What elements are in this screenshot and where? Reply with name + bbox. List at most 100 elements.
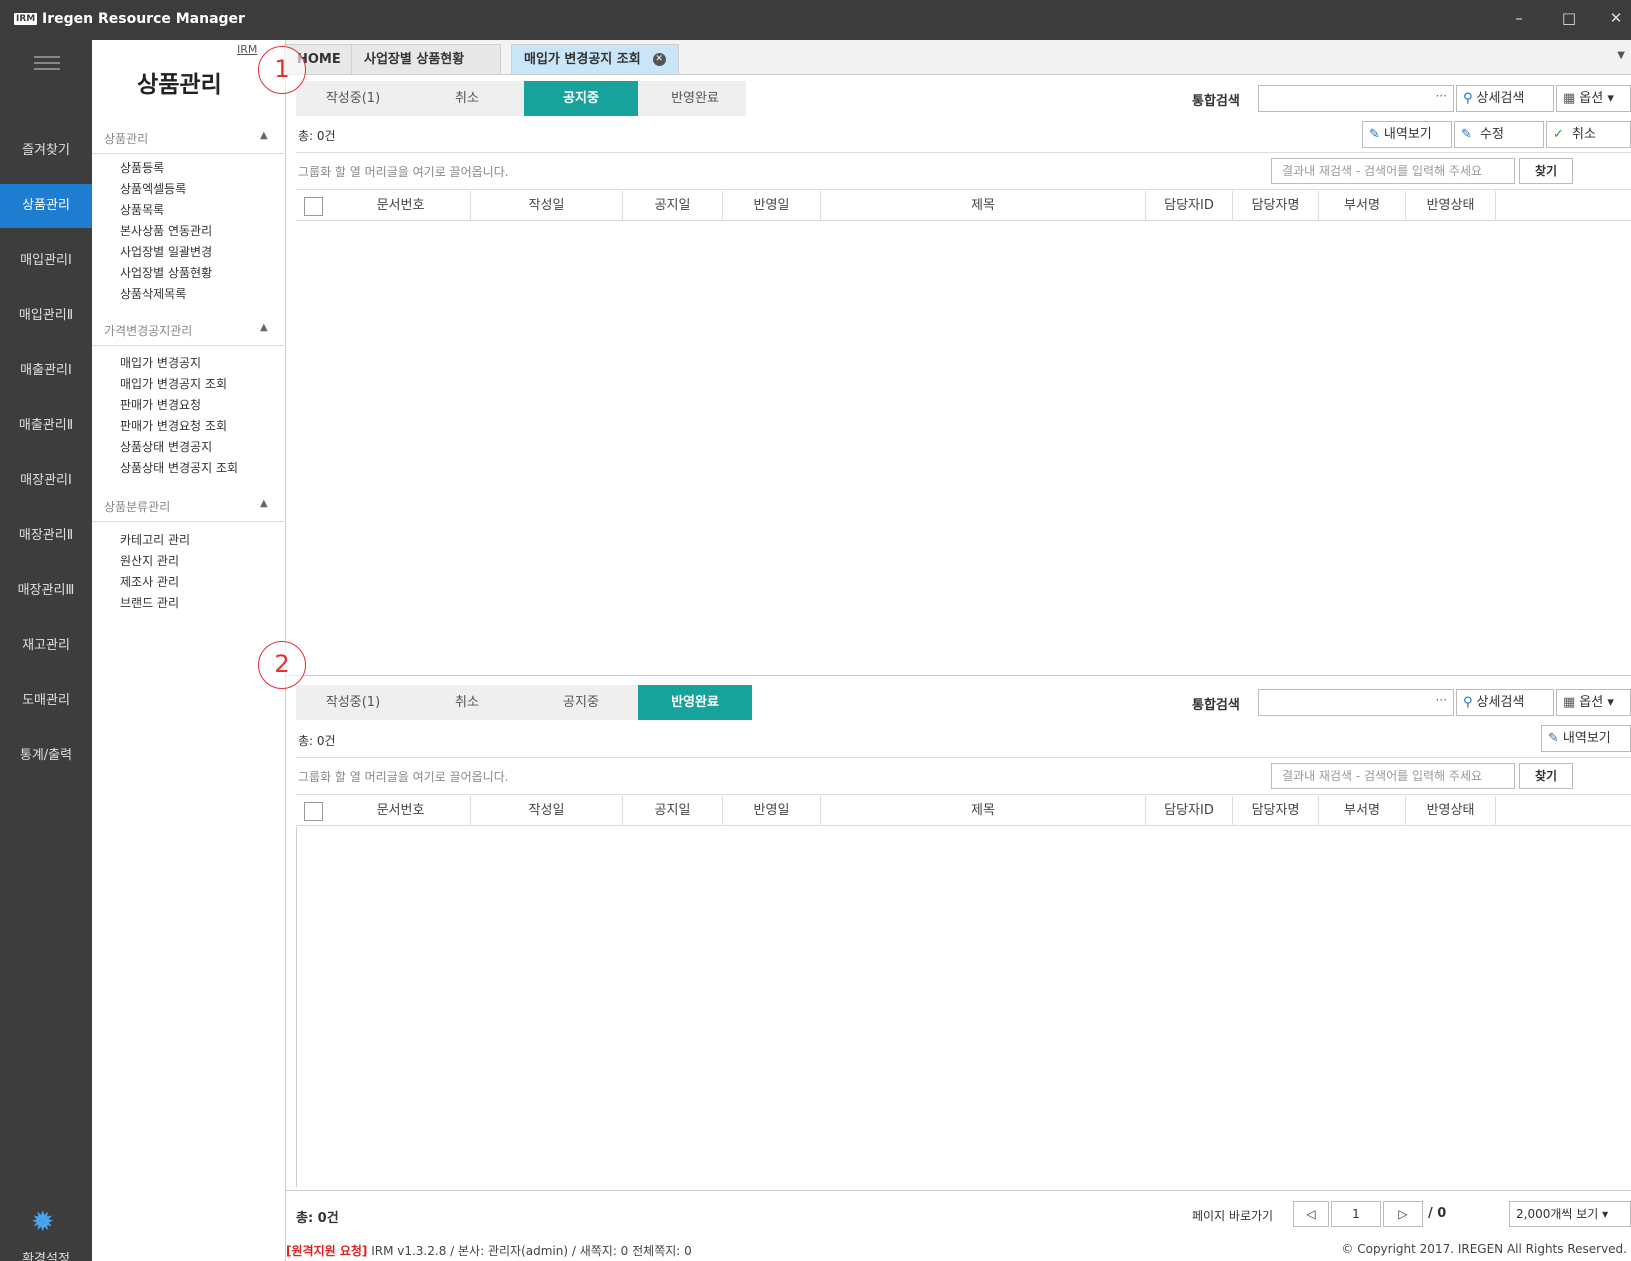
group-panel[interactable]: 그룹화 할 열 머리글을 여기로 끌어옵니다. 결과내 재검색 - 검색어를 입… bbox=[296, 152, 1631, 190]
column-header[interactable]: 문서번호 bbox=[331, 796, 471, 826]
close-tab-icon[interactable]: ✕ bbox=[652, 53, 666, 66]
detail-search-button[interactable]: ⚲ 상세검색 bbox=[1456, 85, 1554, 112]
tab-cancel[interactable]: 취소 bbox=[410, 685, 524, 720]
menu-link[interactable]: 사업장별 상품현황 bbox=[120, 263, 212, 284]
tab-applied[interactable]: 반영완료 bbox=[638, 685, 752, 720]
menu-link[interactable]: 매입가 변경공지 조회 bbox=[120, 374, 227, 395]
tab-applied[interactable]: 반영완료 bbox=[638, 81, 752, 116]
nav-item-store-2[interactable]: 매장관리Ⅱ bbox=[0, 514, 92, 558]
column-header[interactable]: 담당자명 bbox=[1233, 796, 1319, 826]
column-header[interactable]: 제목 bbox=[821, 796, 1146, 826]
nav-item-purchase-1[interactable]: 매입관리Ⅰ bbox=[0, 239, 92, 283]
column-header[interactable]: 공지일 bbox=[623, 191, 723, 221]
tab-purchase-price-notice[interactable]: 매입가 변경공지 조회 ✕ bbox=[511, 44, 679, 75]
search-input[interactable]: ··· bbox=[1258, 689, 1454, 716]
column-header[interactable]: 반영일 bbox=[723, 191, 821, 221]
prev-page-button[interactable]: ◁ bbox=[1293, 1201, 1329, 1227]
filter-input[interactable]: 결과내 재검색 - 검색어를 입력해 주세요 bbox=[1271, 158, 1515, 184]
column-header[interactable]: 부서명 bbox=[1319, 796, 1406, 826]
page-size-select[interactable]: 2,000개씩 보기 ▾ bbox=[1509, 1201, 1631, 1227]
menu-link[interactable]: 상품삭제목록 bbox=[120, 284, 186, 305]
menu-link[interactable]: 상품상태 변경공지 bbox=[120, 437, 212, 458]
nav-item-store-1[interactable]: 매장관리Ⅰ bbox=[0, 459, 92, 503]
menu-link[interactable]: 브랜드 관리 bbox=[120, 593, 179, 614]
detail-search-button[interactable]: ⚲ 상세검색 bbox=[1456, 689, 1554, 716]
next-page-button[interactable]: ▷ bbox=[1383, 1201, 1423, 1227]
tab-cancel[interactable]: 취소 bbox=[410, 81, 524, 116]
menu-link[interactable]: 카테고리 관리 bbox=[120, 530, 190, 551]
hamburger-menu-icon[interactable] bbox=[34, 56, 60, 70]
column-header[interactable]: 반영상태 bbox=[1406, 796, 1496, 826]
column-header[interactable]: 부서명 bbox=[1319, 191, 1406, 221]
close-button[interactable]: ✕ bbox=[1601, 9, 1631, 27]
gear-icon[interactable]: ✹ bbox=[31, 1205, 54, 1238]
filter-input[interactable]: 결과내 재검색 - 검색어를 입력해 주세요 bbox=[1271, 763, 1515, 789]
options-button[interactable]: ▦ 옵션 ▾ bbox=[1556, 85, 1631, 112]
column-header[interactable]: 공지일 bbox=[623, 796, 723, 826]
chevron-up-icon[interactable]: ▲ bbox=[260, 130, 268, 141]
column-header[interactable]: 담당자명 bbox=[1233, 191, 1319, 221]
column-header[interactable]: 작성일 bbox=[471, 191, 623, 221]
history-button[interactable]: ✎ 내역보기 bbox=[1541, 725, 1631, 752]
column-header[interactable]: 반영상태 bbox=[1406, 191, 1496, 221]
maximize-button[interactable]: □ bbox=[1554, 9, 1584, 27]
tab-draft[interactable]: 작성중(1) bbox=[296, 685, 410, 720]
cancel-button[interactable]: ✓ 취소 bbox=[1546, 121, 1631, 148]
column-header[interactable]: 담당자ID bbox=[1146, 191, 1233, 221]
tab-noticing[interactable]: 공지중 bbox=[524, 81, 638, 116]
column-header[interactable]: 제목 bbox=[821, 191, 1146, 221]
nav-item-sales-2[interactable]: 매출관리Ⅱ bbox=[0, 404, 92, 448]
menu-link[interactable]: 판매가 변경요청 bbox=[120, 395, 201, 416]
more-icon[interactable]: ··· bbox=[1436, 693, 1447, 707]
tab-store-product-status[interactable]: 사업장별 상품현황 bbox=[351, 44, 501, 75]
grid-body[interactable] bbox=[296, 827, 1631, 1187]
nav-item-inventory[interactable]: 재고관리 bbox=[0, 624, 92, 668]
column-header[interactable]: 반영일 bbox=[723, 796, 821, 826]
nav-item-store-3[interactable]: 매장관리Ⅲ bbox=[0, 569, 92, 613]
chevron-down-icon[interactable]: ▼ bbox=[1617, 50, 1625, 61]
edit-button[interactable]: ✎ 수정 bbox=[1454, 121, 1544, 148]
tab-noticing[interactable]: 공지중 bbox=[524, 685, 638, 720]
menu-link[interactable]: 상품엑셀등록 bbox=[120, 179, 186, 200]
column-header[interactable]: 담당자ID bbox=[1146, 796, 1233, 826]
menu-link[interactable]: 판매가 변경요청 조회 bbox=[120, 416, 227, 437]
menu-link[interactable]: 상품등록 bbox=[120, 158, 164, 179]
settings-label[interactable]: 환경설정 bbox=[0, 1248, 92, 1261]
menu-link[interactable]: 원산지 관리 bbox=[120, 551, 179, 572]
find-button[interactable]: 찾기 bbox=[1519, 158, 1573, 184]
page-input[interactable]: 1 bbox=[1331, 1201, 1381, 1227]
menu-link[interactable]: 상품목록 bbox=[120, 200, 164, 221]
chevron-up-icon[interactable]: ▲ bbox=[260, 322, 268, 333]
nav-item-favorites[interactable]: 즐겨찾기 bbox=[0, 129, 92, 173]
column-header[interactable]: 작성일 bbox=[471, 796, 623, 826]
menu-link[interactable]: 본사상품 연동관리 bbox=[120, 221, 212, 242]
menu-link[interactable]: 제조사 관리 bbox=[120, 572, 179, 593]
menu-link[interactable]: 매입가 변경공지 bbox=[120, 353, 201, 374]
remote-support-link[interactable]: [원격지원 요청] bbox=[286, 1244, 367, 1258]
menu-group-category[interactable]: 상품분류관리 ▲ bbox=[92, 490, 286, 522]
column-header[interactable]: 문서번호 bbox=[331, 191, 471, 221]
history-button[interactable]: ✎ 내역보기 bbox=[1362, 121, 1452, 148]
page-total: / 0 bbox=[1428, 1206, 1447, 1221]
nav-item-product[interactable]: 상품관리 bbox=[0, 184, 92, 228]
find-button[interactable]: 찾기 bbox=[1519, 763, 1573, 789]
group-panel[interactable]: 그룹화 할 열 머리글을 여기로 끌어옵니다. 결과내 재검색 - 검색어를 입… bbox=[296, 757, 1631, 795]
nav-item-purchase-2[interactable]: 매입관리Ⅱ bbox=[0, 294, 92, 338]
nav-item-wholesale[interactable]: 도매관리 bbox=[0, 679, 92, 723]
select-all-checkbox[interactable] bbox=[304, 197, 323, 216]
menu-group-product[interactable]: 상품관리 ▲ bbox=[92, 122, 286, 154]
options-button[interactable]: ▦ 옵션 ▾ bbox=[1556, 689, 1631, 716]
menu-link[interactable]: 상품상태 변경공지 조회 bbox=[120, 458, 238, 479]
menu-group-price-notice[interactable]: 가격변경공지관리 ▲ bbox=[92, 314, 286, 346]
chevron-up-icon[interactable]: ▲ bbox=[260, 498, 268, 509]
nav-item-statistics[interactable]: 통계/출력 bbox=[0, 734, 92, 778]
more-icon[interactable]: ··· bbox=[1436, 89, 1447, 103]
nav-item-sales-1[interactable]: 매출관리Ⅰ bbox=[0, 349, 92, 393]
grid-body[interactable] bbox=[296, 222, 1631, 669]
search-input[interactable]: ··· bbox=[1258, 85, 1454, 112]
minimize-button[interactable]: – bbox=[1504, 9, 1534, 27]
select-all-checkbox[interactable] bbox=[304, 802, 323, 821]
tab-draft[interactable]: 작성중(1) bbox=[296, 81, 410, 116]
irm-link[interactable]: IRM bbox=[237, 43, 257, 56]
menu-link[interactable]: 사업장별 일괄변경 bbox=[120, 242, 212, 263]
